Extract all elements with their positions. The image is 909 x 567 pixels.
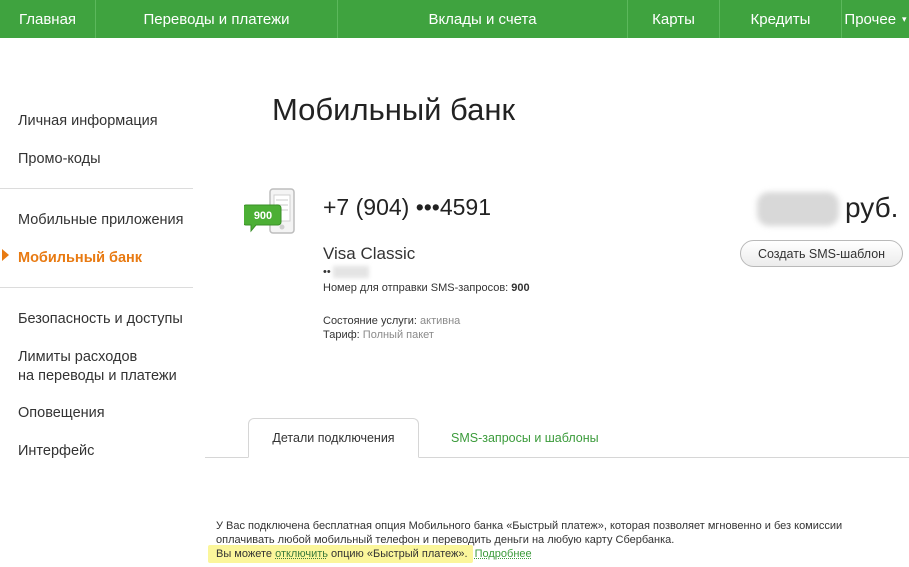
nav-item-deposits[interactable]: Вклады и счета <box>338 0 628 38</box>
nav-item-label: Главная <box>18 10 77 28</box>
disable-option-link[interactable]: отключить <box>275 548 328 560</box>
sidebar-divider <box>0 188 193 189</box>
sms-number-value: 900 <box>511 282 530 294</box>
tab-sms-requests[interactable]: SMS-запросы и шаблоны <box>451 431 599 445</box>
notice-highlight: Вы можете отключить опцию «Быстрый плате… <box>208 545 473 563</box>
card-number-mask: •• <box>323 266 331 278</box>
sidebar-item-interface[interactable]: Интерфейс <box>18 442 94 461</box>
nav-item-cards[interactable]: Карты <box>628 0 720 38</box>
sidebar-item-label: Лимиты расходов <box>18 349 138 365</box>
sms-number-label: Номер для отправки SMS-запросов: <box>323 282 509 294</box>
sms-number-row: Номер для отправки SMS-запросов: 900 <box>323 282 530 294</box>
nav-item-credits[interactable]: Кредиты <box>720 0 842 38</box>
balance-currency: руб. <box>845 192 899 223</box>
nav-item-label: Прочее <box>844 10 897 28</box>
sidebar-item-mobile-bank[interactable]: Мобильный банк <box>18 249 142 268</box>
tariff-value: Полный пакет <box>362 329 434 341</box>
icon-badge-text: 900 <box>254 210 272 222</box>
card-number: •• <box>323 266 369 278</box>
notice-highlight-suffix: опцию «Быстрый платеж». <box>327 548 468 560</box>
mobile-phone-icon: 900 <box>244 188 295 234</box>
nav-item-label: Переводы и платежи <box>143 10 290 28</box>
card-number-hidden <box>332 266 369 278</box>
card-name: Visa Classic <box>323 244 416 263</box>
chevron-down-icon: ▾ <box>902 13 907 24</box>
service-state-row: Состояние услуги: активна <box>323 315 460 327</box>
sidebar-item-notifications[interactable]: Оповещения <box>18 404 105 423</box>
nav-item-other[interactable]: Прочее ▾ <box>842 0 909 38</box>
phone-number: +7 (904) •••4591 <box>323 194 492 220</box>
balance-amount-hidden <box>757 192 839 226</box>
nav-item-transfers[interactable]: Переводы и платежи <box>96 0 338 38</box>
create-sms-template-button[interactable]: Создать SMS-шаблон <box>740 240 903 267</box>
sidebar-item-promo-codes[interactable]: Промо-коды <box>18 150 101 169</box>
top-navigation: Главная Переводы и платежи Вклады и счет… <box>0 0 909 38</box>
notice-highlight-line: Вы можете отключить опцию «Быстрый плате… <box>208 545 532 563</box>
sidebar-item-label: на переводы и платежи <box>18 368 177 384</box>
balance: руб. <box>757 192 898 226</box>
sidebar-item-personal-info[interactable]: Личная информация <box>18 112 158 131</box>
active-arrow-icon <box>2 249 9 261</box>
tariff-row: Тариф: Полный пакет <box>323 329 434 341</box>
sidebar-item-mobile-apps[interactable]: Мобильные приложения <box>18 211 184 230</box>
sidebar-divider <box>0 287 193 288</box>
page-title: Мобильный банк <box>272 92 516 127</box>
notice-highlight-prefix: Вы можете <box>216 548 276 560</box>
tab-connection-details[interactable]: Детали подключения <box>248 418 419 458</box>
service-state-label: Состояние услуги: <box>323 315 417 327</box>
nav-item-label: Карты <box>652 10 695 28</box>
sidebar-item-limits[interactable]: Лимиты расходов на переводы и платежи <box>18 348 177 386</box>
tariff-label: Тариф: <box>323 329 360 341</box>
service-state-value: активна <box>420 315 461 327</box>
nav-item-label: Вклады и счета <box>428 10 537 28</box>
nav-item-home[interactable]: Главная <box>0 0 96 38</box>
sidebar-item-security[interactable]: Безопасность и доступы <box>18 310 183 329</box>
more-info-link[interactable]: Подробнее <box>475 547 532 561</box>
nav-item-label: Кредиты <box>750 10 811 28</box>
fast-payment-notice: У Вас подключена бесплатная опция Мобиль… <box>216 520 843 546</box>
